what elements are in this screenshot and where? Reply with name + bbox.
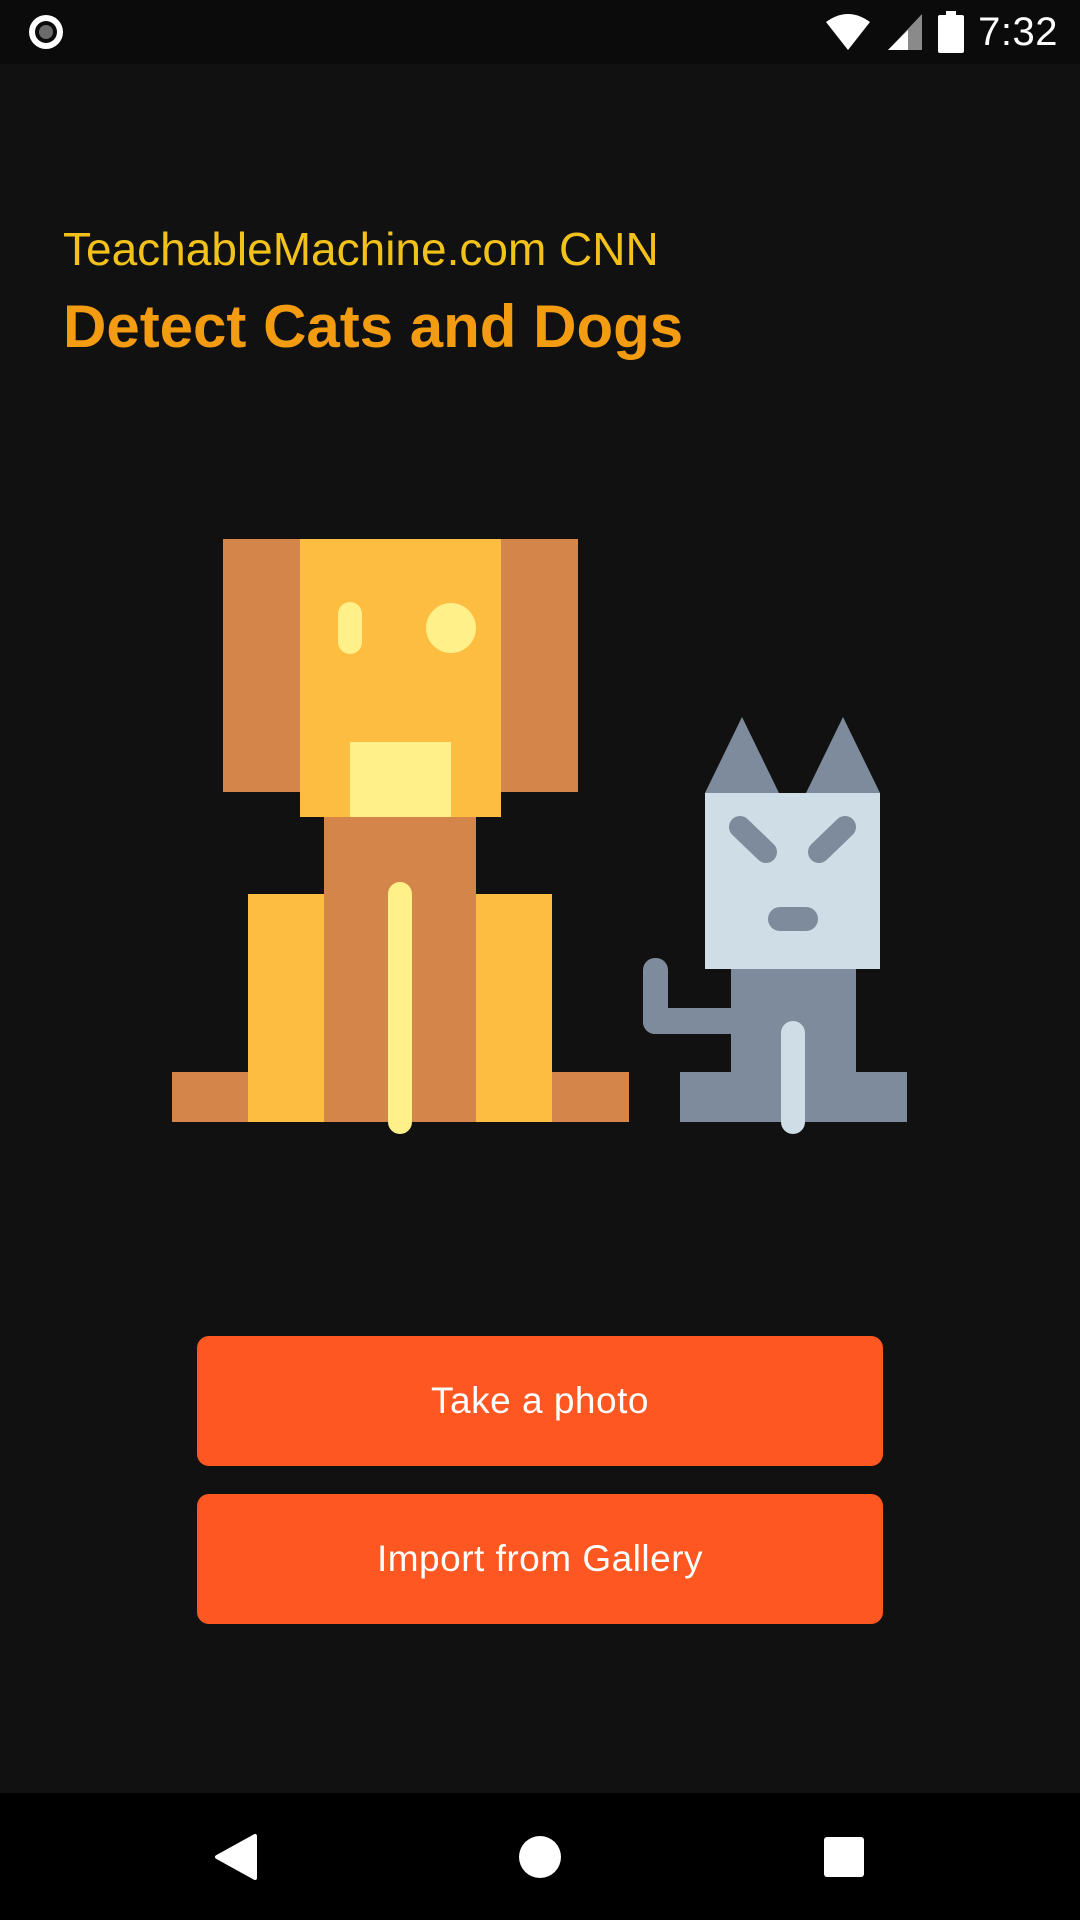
import-gallery-button[interactable]: Import from Gallery [197,1494,883,1624]
cat-icon [643,717,907,1134]
home-button[interactable] [480,1793,600,1920]
signal-icon [888,14,923,50]
back-button[interactable] [176,1793,296,1920]
take-photo-button[interactable]: Take a photo [197,1336,883,1466]
dog-and-cat-illustration [172,539,907,1134]
status-time: 7:32 [978,9,1058,54]
status-bar: 7:32 [0,0,1080,64]
recents-icon [824,1836,864,1877]
recents-button[interactable] [784,1793,904,1920]
status-icons: 7:32 [824,0,1058,64]
wifi-icon [826,14,871,50]
back-icon [215,1833,257,1880]
dog-icon [172,539,629,1134]
battery-icon [938,11,965,53]
home-icon [519,1835,561,1878]
record-icon [29,15,63,49]
app-subtitle: TeachableMachine.com CNN [63,223,659,275]
page-title: Detect Cats and Dogs [63,293,684,360]
navigation-bar [0,1793,1080,1920]
